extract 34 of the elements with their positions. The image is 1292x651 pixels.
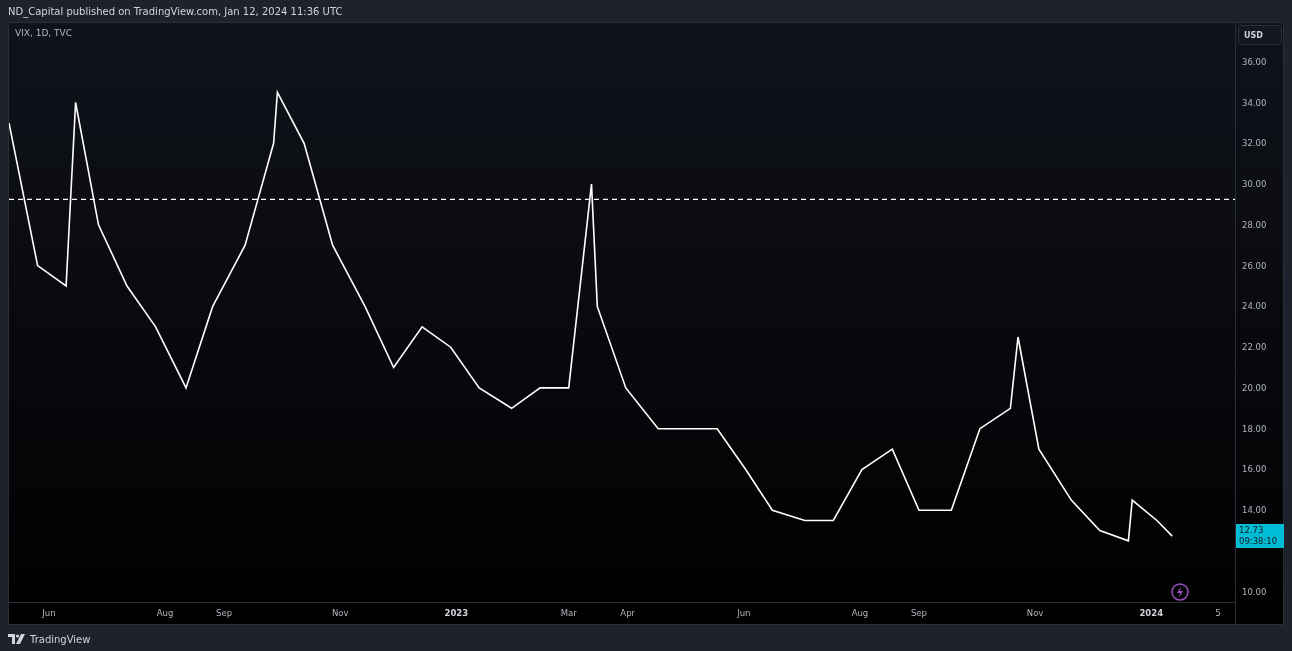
time-tick-label: 2023 <box>444 608 469 618</box>
time-tick-label: Apr <box>620 608 636 618</box>
time-tick-label: Jun <box>737 608 751 618</box>
price-tick-label: 28.00 <box>1242 219 1267 230</box>
price-tick-label: 26.00 <box>1242 260 1267 271</box>
publish-attribution: ND_Capital published on TradingView.com, Jan 12, 2024 11:36 UTC <box>8 5 343 17</box>
time-tick-label: Nov <box>331 608 349 618</box>
price-tick-label: 10.00 <box>1242 586 1267 597</box>
time-tick-label: Sep <box>216 608 233 618</box>
price-tick-label: 22.00 <box>1242 342 1267 353</box>
time-tick-label: 5 <box>1215 608 1221 618</box>
symbol-label: VIX, 1D, TVC <box>15 28 72 38</box>
time-tick-label: Aug <box>851 608 869 618</box>
price-tick-label: 20.00 <box>1242 382 1267 393</box>
price-tick-label: 16.00 <box>1242 464 1267 475</box>
time-tick-label: Mar <box>560 608 577 618</box>
time-tick-label: Jun <box>42 608 56 618</box>
price-tick-label: 24.00 <box>1242 301 1267 312</box>
time-tick-label: Nov <box>1026 608 1044 618</box>
logo-icon <box>8 634 26 644</box>
bar-countdown: 09:38:10 <box>1239 536 1279 548</box>
last-price: 12.73 <box>1239 525 1265 537</box>
price-tick-label: 14.00 <box>1242 505 1267 516</box>
price-tick-label: 32.00 <box>1242 138 1267 149</box>
brand-name: TradingView <box>30 633 91 645</box>
price-tick-label: 30.00 <box>1242 179 1267 190</box>
time-tick-label: Sep <box>910 608 927 618</box>
price-tick-label: 36.00 <box>1242 56 1267 67</box>
time-tick-label: Aug <box>156 608 174 618</box>
price-tick-label: 34.00 <box>1242 97 1267 108</box>
currency-button[interactable]: USD <box>1238 25 1282 45</box>
lightning-icon[interactable] <box>1171 583 1189 601</box>
price-tick-label: 18.00 <box>1242 423 1267 434</box>
time-tick-label: 2024 <box>1139 608 1164 618</box>
